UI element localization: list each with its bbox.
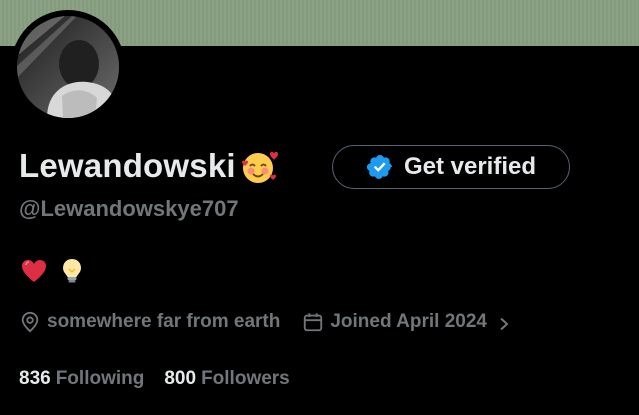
join-date[interactable]: Joined April 2024 [302, 311, 511, 333]
location-pin-icon [19, 311, 41, 333]
user-handle: @Lewandowskye707 [19, 196, 239, 221]
display-name-row: Lewandowski [19, 142, 280, 190]
avatar-photo [17, 16, 119, 118]
get-verified-button[interactable]: Get verified [332, 145, 570, 189]
chevron-right-icon [497, 315, 511, 331]
following-label: Following [55, 368, 145, 389]
location-text: somewhere far from earth [47, 311, 281, 332]
red-heart-icon [19, 256, 49, 286]
location: somewhere far from earth [19, 311, 280, 333]
get-verified-label: Get verified [403, 153, 537, 180]
profile-meta: somewhere far from earth Joined April 20… [19, 306, 511, 338]
calendar-icon [302, 311, 324, 333]
avatar[interactable] [17, 16, 119, 118]
bio [19, 256, 87, 286]
followers-link[interactable]: 800 Followers [164, 368, 289, 390]
following-count: 836 [19, 368, 51, 389]
join-date-text: Joined April 2024 [330, 311, 487, 332]
followers-count: 800 [164, 368, 197, 389]
smiling-face-with-hearts-icon [240, 146, 280, 186]
display-name: Lewandowski [19, 147, 236, 184]
followers-label: Followers [201, 368, 290, 389]
follow-stats: 836 Following 800 Followers [19, 364, 290, 394]
light-bulb-icon [57, 256, 87, 286]
verified-badge-icon [366, 153, 394, 181]
following-link[interactable]: 836 Following [19, 368, 144, 390]
